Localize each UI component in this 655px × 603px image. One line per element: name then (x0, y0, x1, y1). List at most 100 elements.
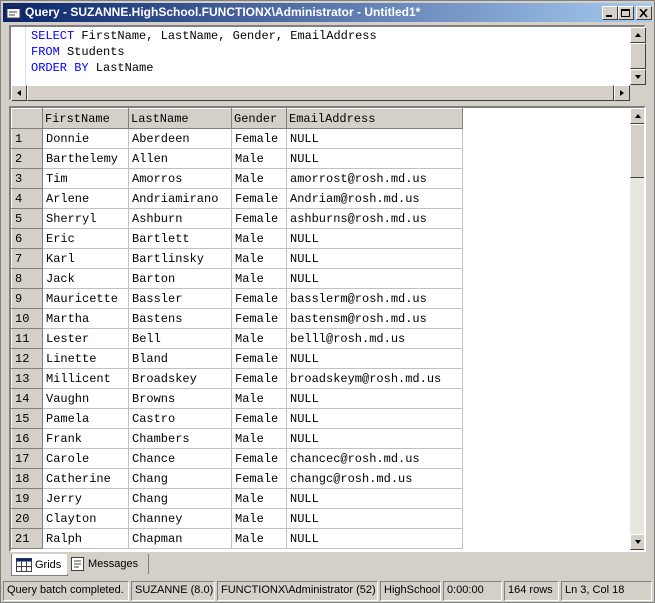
cell-emailaddress[interactable]: NULL (286, 148, 463, 169)
row-number[interactable]: 20 (11, 508, 43, 529)
cell-lastname[interactable]: Bland (128, 348, 232, 369)
row-number[interactable]: 9 (11, 288, 43, 309)
cell-emailaddress[interactable]: ashburns@rosh.md.us (286, 208, 463, 229)
cell-emailaddress[interactable]: NULL (286, 408, 463, 429)
scroll-up-button[interactable] (630, 108, 644, 124)
table-row[interactable]: 2 Barthelemy Allen Male NULL (11, 148, 463, 169)
close-button[interactable] (636, 6, 652, 20)
cell-lastname[interactable]: Andriamirano (128, 188, 232, 209)
cell-gender[interactable]: Male (231, 528, 287, 549)
cell-gender[interactable]: Female (231, 348, 287, 369)
cell-firstname[interactable]: Jerry (42, 488, 129, 509)
table-row[interactable]: 19 Jerry Chang Male NULL (11, 488, 463, 509)
cell-gender[interactable]: Female (231, 408, 287, 429)
cell-gender[interactable]: Male (231, 488, 287, 509)
editor-horizontal-scrollbar[interactable] (11, 85, 630, 101)
cell-lastname[interactable]: Bastens (128, 308, 232, 329)
table-row[interactable]: 7 Karl Bartlinsky Male NULL (11, 248, 463, 269)
cell-emailaddress[interactable]: belll@rosh.md.us (286, 328, 463, 349)
cell-firstname[interactable]: Carole (42, 448, 129, 469)
scroll-thumb[interactable] (630, 124, 644, 178)
cell-firstname[interactable]: Arlene (42, 188, 129, 209)
corner-header[interactable] (11, 108, 43, 129)
table-row[interactable]: 13 Millicent Broadskey Female broadskeym@ros… (11, 368, 463, 389)
cell-emailaddress[interactable]: Andriam@rosh.md.us (286, 188, 463, 209)
table-row[interactable]: 21 Ralph Chapman Male NULL (11, 528, 463, 549)
table-row[interactable]: 8 Jack Barton Male NULL (11, 268, 463, 289)
cell-emailaddress[interactable]: NULL (286, 428, 463, 449)
cell-firstname[interactable]: Sherryl (42, 208, 129, 229)
cell-gender[interactable]: Male (231, 148, 287, 169)
table-row[interactable]: 17 Carole Chance Female chancec@rosh.md.us (11, 448, 463, 469)
row-number[interactable]: 18 (11, 468, 43, 489)
scroll-down-button[interactable] (630, 534, 644, 550)
row-number[interactable]: 8 (11, 268, 43, 289)
cell-emailaddress[interactable]: basslerm@rosh.md.us (286, 288, 463, 309)
cell-lastname[interactable]: Bartlinsky (128, 248, 232, 269)
cell-emailaddress[interactable]: amorrost@rosh.md.us (286, 168, 463, 189)
cell-gender[interactable]: Female (231, 468, 287, 489)
cell-lastname[interactable]: Castro (128, 408, 232, 429)
cell-gender[interactable]: Male (231, 388, 287, 409)
cell-firstname[interactable]: Eric (42, 228, 129, 249)
sql-editor[interactable]: SELECT FirstName, LastName, Gender, Emai… (9, 25, 646, 101)
row-number[interactable]: 21 (11, 528, 43, 549)
row-number[interactable]: 14 (11, 388, 43, 409)
cell-firstname[interactable]: Clayton (42, 508, 129, 529)
maximize-button[interactable] (618, 6, 634, 20)
cell-lastname[interactable]: Chang (128, 468, 232, 489)
cell-gender[interactable]: Male (231, 248, 287, 269)
row-number[interactable]: 16 (11, 428, 43, 449)
cell-firstname[interactable]: Pamela (42, 408, 129, 429)
table-row[interactable]: 14 Vaughn Browns Male NULL (11, 388, 463, 409)
cell-gender[interactable]: Female (231, 368, 287, 389)
table-row[interactable]: 10 Martha Bastens Female bastensm@rosh.md.us (11, 308, 463, 329)
cell-emailaddress[interactable]: NULL (286, 228, 463, 249)
cell-emailaddress[interactable]: NULL (286, 488, 463, 509)
cell-firstname[interactable]: Martha (42, 308, 129, 329)
tab-grids[interactable]: Grids (11, 554, 68, 576)
scroll-down-button[interactable] (630, 69, 646, 85)
cell-emailaddress[interactable]: NULL (286, 388, 463, 409)
cell-lastname[interactable]: Aberdeen (128, 128, 232, 149)
cell-firstname[interactable]: Ralph (42, 528, 129, 549)
cell-emailaddress[interactable]: NULL (286, 248, 463, 269)
results-table[interactable]: FirstName LastName Gender EmailAddress 1… (11, 108, 463, 549)
table-row[interactable]: 20 Clayton Channey Male NULL (11, 508, 463, 529)
editor-vertical-scrollbar[interactable] (630, 27, 646, 85)
cell-lastname[interactable]: Broadskey (128, 368, 232, 389)
cell-firstname[interactable]: Jack (42, 268, 129, 289)
cell-lastname[interactable]: Bartlett (128, 228, 232, 249)
query-window-icon[interactable] (6, 5, 22, 20)
cell-firstname[interactable]: Frank (42, 428, 129, 449)
tab-messages[interactable]: Messages (67, 554, 149, 574)
cell-gender[interactable]: Female (231, 188, 287, 209)
cell-emailaddress[interactable]: NULL (286, 128, 463, 149)
cell-gender[interactable]: Female (231, 308, 287, 329)
cell-gender[interactable]: Male (231, 328, 287, 349)
cell-firstname[interactable]: Lester (42, 328, 129, 349)
row-number[interactable]: 17 (11, 448, 43, 469)
column-header-lastname[interactable]: LastName (128, 108, 232, 129)
grid-viewport[interactable]: FirstName LastName Gender EmailAddress 1… (11, 108, 630, 550)
cell-firstname[interactable]: Karl (42, 248, 129, 269)
scroll-thumb[interactable] (27, 85, 614, 101)
table-row[interactable]: 11 Lester Bell Male belll@rosh.md.us (11, 328, 463, 349)
table-row[interactable]: 6 Eric Bartlett Male NULL (11, 228, 463, 249)
table-row[interactable]: 5 Sherryl Ashburn Female ashburns@rosh.md.us (11, 208, 463, 229)
row-number[interactable]: 12 (11, 348, 43, 369)
cell-firstname[interactable]: Donnie (42, 128, 129, 149)
cell-lastname[interactable]: Browns (128, 388, 232, 409)
cell-gender[interactable]: Female (231, 208, 287, 229)
cell-emailaddress[interactable]: bastensm@rosh.md.us (286, 308, 463, 329)
row-number[interactable]: 2 (11, 148, 43, 169)
column-header-gender[interactable]: Gender (231, 108, 287, 129)
cell-lastname[interactable]: Chang (128, 488, 232, 509)
cell-gender[interactable]: Female (231, 128, 287, 149)
table-row[interactable]: 15 Pamela Castro Female NULL (11, 408, 463, 429)
column-header-emailaddress[interactable]: EmailAddress (286, 108, 463, 129)
cell-emailaddress[interactable]: NULL (286, 268, 463, 289)
cell-firstname[interactable]: Linette (42, 348, 129, 369)
row-number[interactable]: 10 (11, 308, 43, 329)
cell-lastname[interactable]: Chapman (128, 528, 232, 549)
